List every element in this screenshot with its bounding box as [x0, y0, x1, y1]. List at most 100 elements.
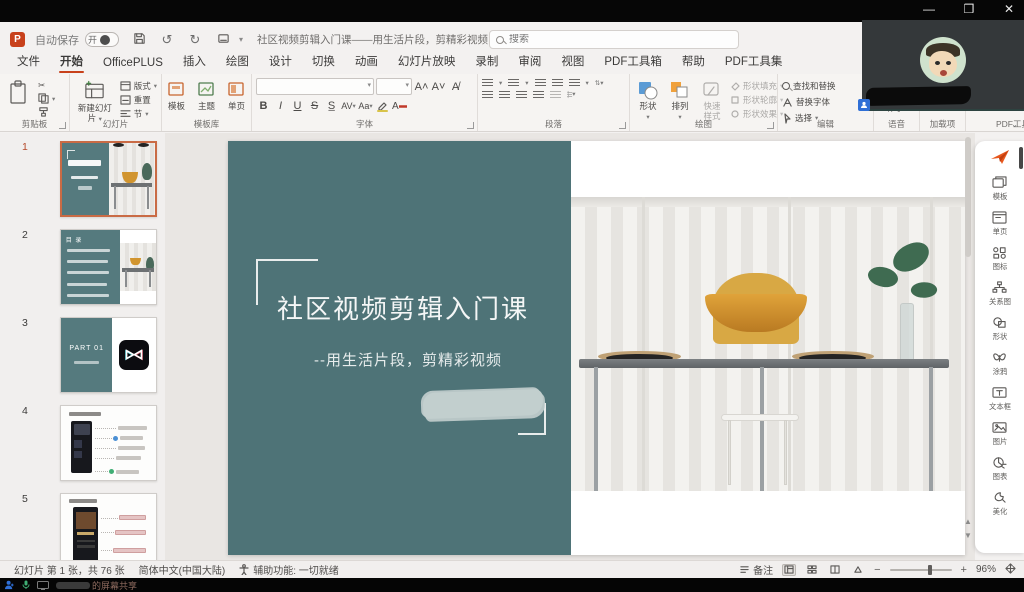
find-replace-button[interactable]: 查找和替换: [782, 80, 836, 92]
sidebar-item-chart[interactable]: 图表: [975, 452, 1024, 486]
zoom-out-button[interactable]: −: [874, 564, 880, 576]
decrease-indent-button[interactable]: [535, 78, 546, 87]
cut-button[interactable]: ✂: [38, 80, 55, 91]
replace-fonts-button[interactable]: 替换字体: [782, 96, 836, 108]
numbering-button[interactable]: [508, 78, 519, 87]
shrink-font-button[interactable]: A˅: [431, 79, 446, 95]
bullets-button[interactable]: [482, 78, 493, 87]
thumbnail-4[interactable]: 4: [0, 403, 165, 487]
thumbnail-5[interactable]: 5: [0, 491, 165, 560]
align-left-button[interactable]: [482, 90, 493, 99]
zoom-level[interactable]: 96%: [976, 564, 996, 575]
font-name-combo[interactable]: [256, 78, 374, 95]
tab-home[interactable]: 开始: [51, 50, 92, 74]
notes-button[interactable]: 备注: [739, 562, 773, 577]
template-button[interactable]: 模板: [164, 78, 190, 114]
accessibility-status[interactable]: 辅助功能: 一切就绪: [239, 562, 339, 577]
minimize-button[interactable]: —: [920, 2, 938, 16]
tab-design[interactable]: 设计: [260, 50, 301, 74]
single-page-button[interactable]: 单页: [224, 78, 250, 114]
align-right-button[interactable]: [516, 90, 527, 99]
prev-slide-button[interactable]: ▲: [963, 517, 973, 526]
sidebar-item-icons[interactable]: 图标: [975, 242, 1024, 276]
copy-button[interactable]: ▾: [38, 93, 55, 104]
language-indicator[interactable]: 简体中文(中国大陆): [139, 562, 226, 577]
current-slide[interactable]: 社区视频剪辑入门课 --用生活片段，剪精彩视频: [228, 141, 965, 555]
char-spacing-button[interactable]: AV▾: [341, 98, 356, 114]
reset-button[interactable]: 重置: [120, 94, 157, 106]
italic-button[interactable]: I: [273, 98, 288, 114]
sidebar-item-beautify[interactable]: 美化: [975, 487, 1024, 521]
normal-view-button[interactable]: [782, 564, 796, 576]
thumb-5-slide[interactable]: [60, 493, 157, 560]
tab-draw[interactable]: 绘图: [217, 50, 258, 74]
tab-slideshow[interactable]: 幻灯片放映: [389, 50, 465, 74]
drawing-launcher-icon[interactable]: [767, 122, 774, 129]
clear-format-button[interactable]: A̸: [448, 79, 463, 95]
smartart-convert-button[interactable]: ⬱▾: [567, 90, 576, 99]
font-size-combo[interactable]: [376, 78, 412, 95]
sidebar-item-single-page[interactable]: 单页: [975, 207, 1024, 241]
video-call-overlay[interactable]: [862, 20, 1024, 111]
sidebar-scrollbar[interactable]: [1019, 147, 1023, 169]
tab-record[interactable]: 录制: [466, 50, 507, 74]
touch-mode-icon[interactable]: [215, 32, 231, 48]
paragraph-launcher-icon[interactable]: [619, 122, 626, 129]
slideshow-view-button[interactable]: [851, 564, 865, 576]
slide-sorter-view-button[interactable]: [805, 564, 819, 576]
fit-to-window-button[interactable]: [1005, 563, 1016, 577]
theme-button[interactable]: 主题: [194, 78, 220, 114]
layout-button[interactable]: 版式▾: [120, 80, 157, 92]
shapes-button[interactable]: 形状▾: [634, 78, 662, 124]
thumbnail-1[interactable]: 1: [0, 139, 165, 223]
tab-file[interactable]: 文件: [8, 50, 49, 74]
align-center-button[interactable]: [499, 90, 510, 99]
increase-indent-button[interactable]: [552, 78, 563, 87]
tab-animations[interactable]: 动画: [346, 50, 387, 74]
ribbon-collapse-icon[interactable]: ⌄: [1011, 120, 1018, 129]
quick-styles-button[interactable]: 快速样式: [698, 78, 726, 124]
thumb-1-slide[interactable]: [60, 141, 157, 217]
tab-help[interactable]: 帮助: [673, 50, 714, 74]
sidebar-item-picture[interactable]: 图片: [975, 417, 1024, 451]
zoom-slider[interactable]: [890, 569, 952, 571]
next-slide-button[interactable]: ▼: [963, 531, 973, 540]
font-launcher-icon[interactable]: [467, 122, 474, 129]
search-box[interactable]: [489, 30, 739, 49]
redo-button[interactable]: ↻: [187, 32, 203, 48]
thumb-4-slide[interactable]: [60, 405, 157, 481]
canvas-scrollbar[interactable]: ▼ ▲: [965, 137, 973, 554]
format-painter-button[interactable]: [38, 106, 55, 117]
thumbnail-2[interactable]: 2 目 录: [0, 227, 165, 311]
highlight-color-button[interactable]: [375, 98, 390, 114]
shape-outline-button[interactable]: 形状轮廓▾: [730, 94, 783, 106]
undo-button[interactable]: ↺: [159, 32, 175, 48]
tab-view[interactable]: 视图: [552, 50, 593, 74]
slide-subtitle[interactable]: --用生活片段，剪精彩视频: [258, 349, 558, 370]
tab-pdf-toolset[interactable]: PDF工具集: [716, 50, 792, 74]
save-icon[interactable]: [131, 32, 147, 48]
tab-transitions[interactable]: 切换: [303, 50, 344, 74]
shape-fill-button[interactable]: 形状填充▾: [730, 80, 783, 92]
restore-button[interactable]: ❒: [960, 2, 978, 16]
change-case-button[interactable]: Aa▾: [358, 98, 373, 114]
text-direction-button[interactable]: ⇅▾: [595, 79, 604, 87]
arrange-button[interactable]: 排列▾: [666, 78, 694, 124]
close-button[interactable]: ✕: [1000, 2, 1018, 16]
thumb-3-slide[interactable]: PART 01: [60, 317, 157, 393]
grow-font-button[interactable]: A˄: [414, 79, 429, 95]
zoom-slider-thumb[interactable]: [928, 565, 932, 575]
slide-title[interactable]: 社区视频剪辑入门课: [258, 289, 548, 326]
bold-button[interactable]: B: [256, 98, 271, 114]
font-color-button[interactable]: A: [392, 98, 407, 114]
sidebar-item-diagram[interactable]: 关系图: [975, 277, 1024, 311]
slide-canvas[interactable]: 社区视频剪辑入门课 --用生活片段，剪精彩视频: [165, 133, 975, 560]
autosave-toggle[interactable]: 开: [85, 32, 119, 47]
qat-dropdown-icon[interactable]: ▾: [239, 35, 243, 44]
search-input[interactable]: [509, 34, 709, 45]
paste-button[interactable]: [4, 78, 34, 108]
reading-view-button[interactable]: [828, 564, 842, 576]
sidebar-item-textbox[interactable]: 文本框: [975, 382, 1024, 416]
tab-officeplus[interactable]: OfficePLUS: [94, 54, 172, 74]
sidebar-item-template[interactable]: 模板: [975, 172, 1024, 206]
